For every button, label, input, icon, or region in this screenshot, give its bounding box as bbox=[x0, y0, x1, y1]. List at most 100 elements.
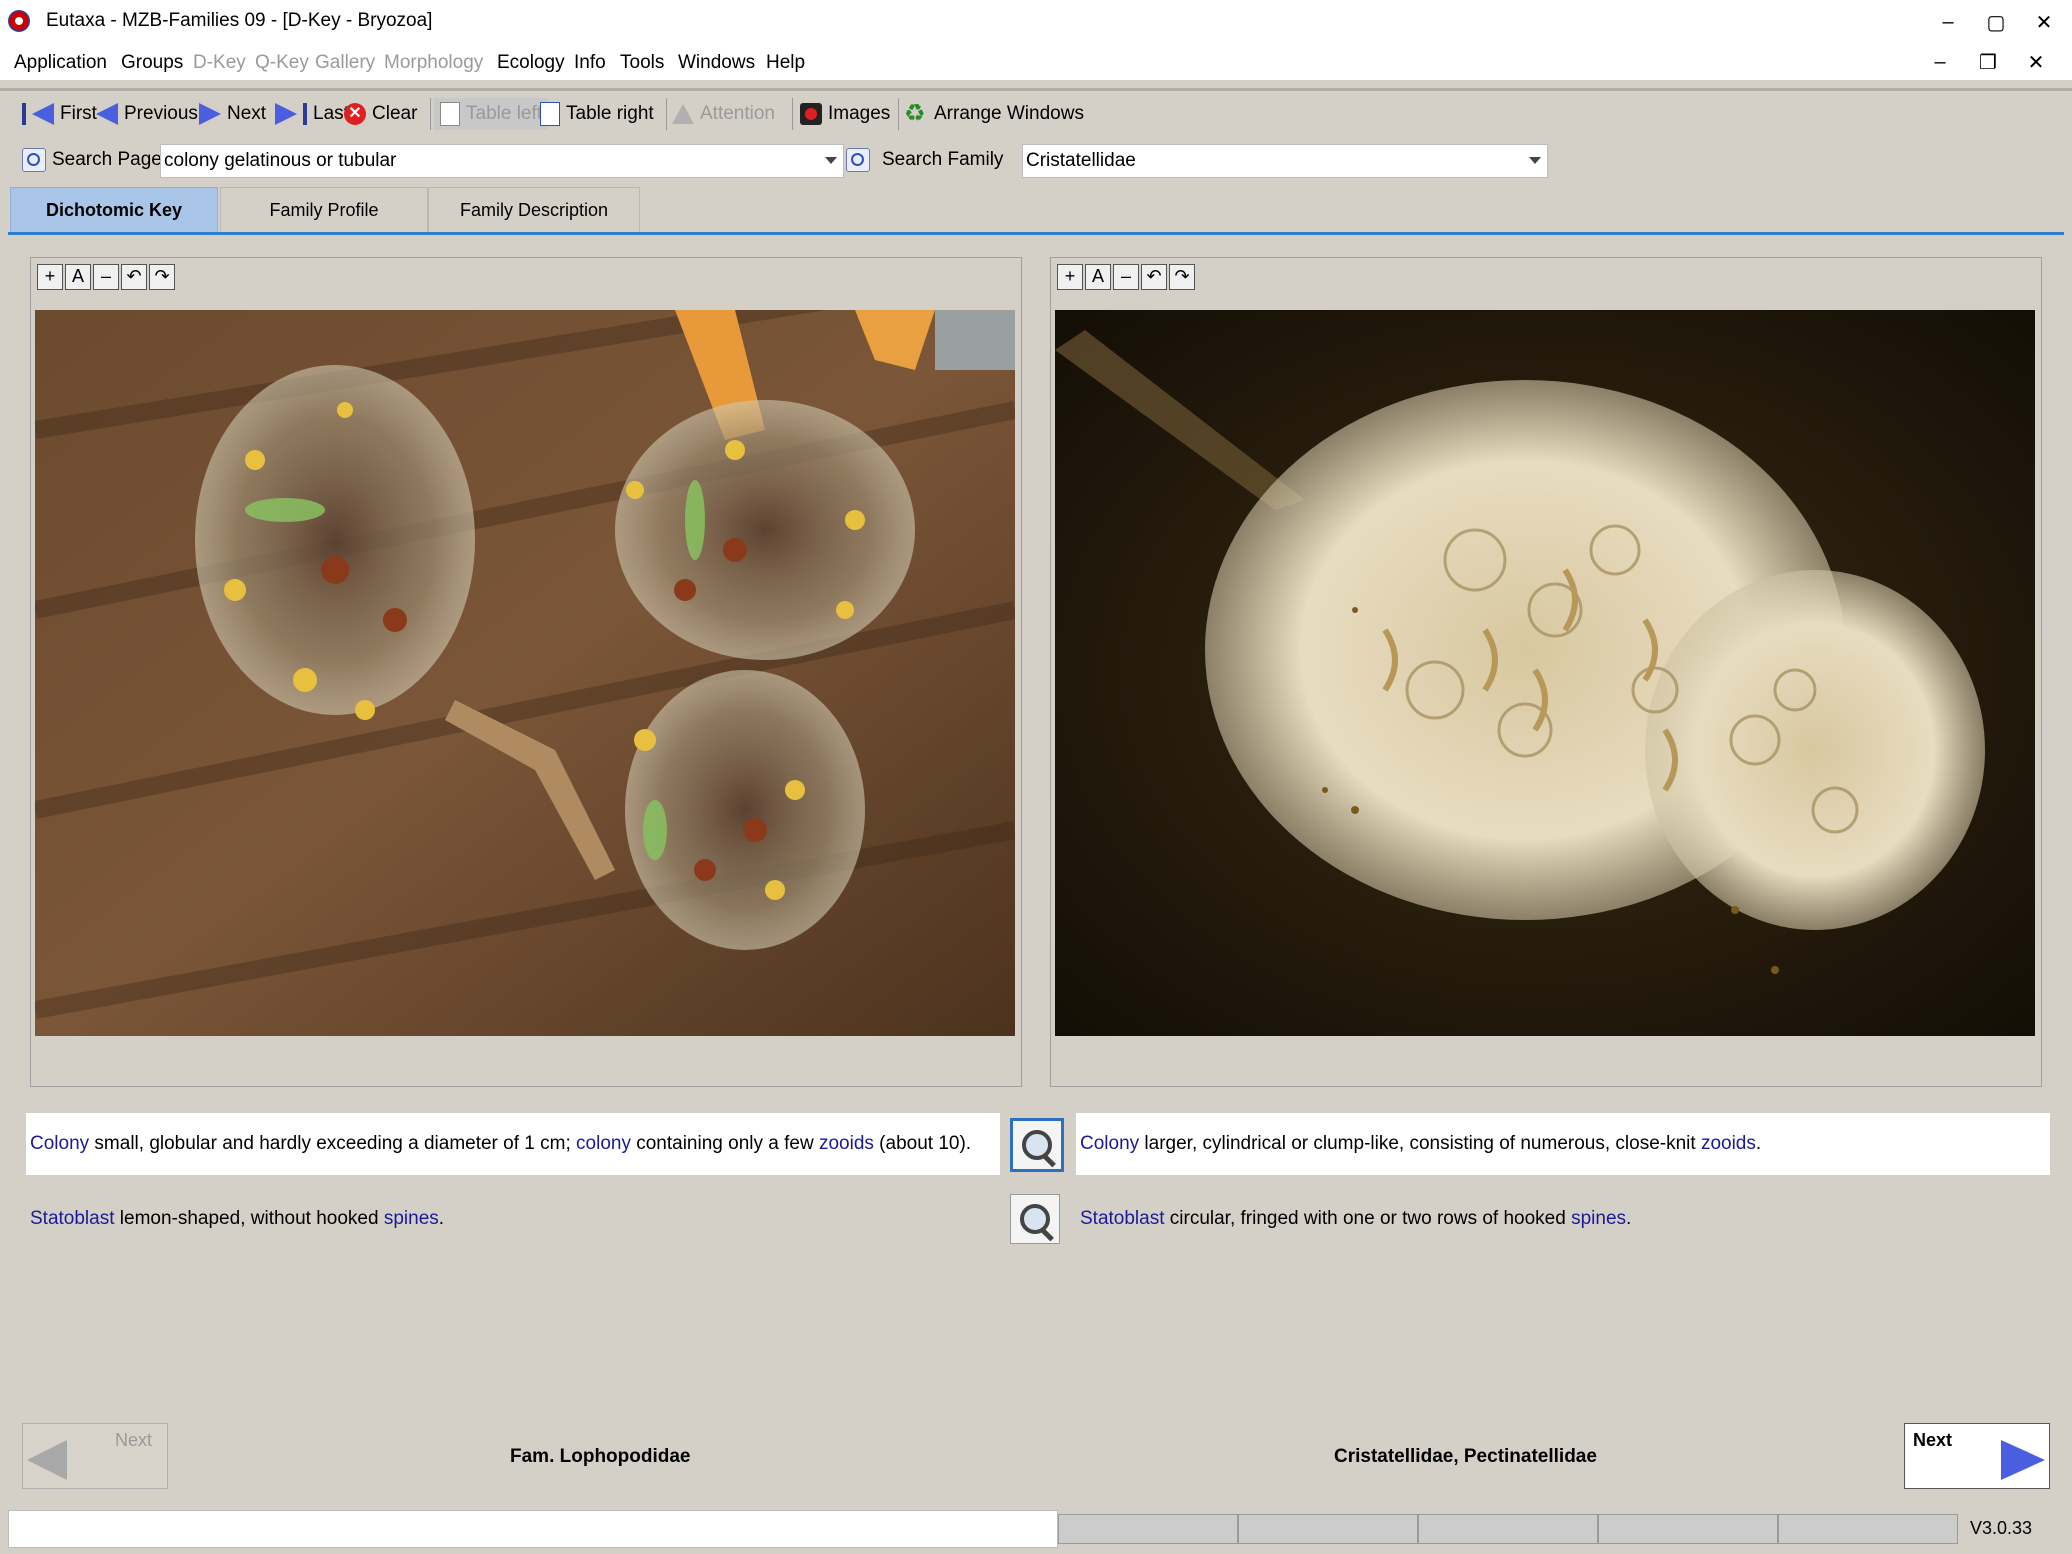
arrow-right-icon bbox=[2001, 1440, 2045, 1480]
mdi-close-button[interactable]: ✕ bbox=[2016, 46, 2056, 78]
app-icon[interactable] bbox=[8, 10, 30, 32]
rotate-left-icon[interactable]: ↶ bbox=[121, 264, 147, 290]
right-result-label: Cristatellidae, Pectinatellidae bbox=[1334, 1446, 1597, 1467]
mdi-minimize-button[interactable]: – bbox=[1920, 46, 1960, 78]
couplet-right-line1[interactable]: Colony larger, cylindrical or clump-like… bbox=[1076, 1113, 2050, 1175]
last-bar-icon bbox=[303, 103, 307, 125]
status-cell bbox=[1778, 1514, 1958, 1544]
zoom-in-icon[interactable]: + bbox=[37, 264, 63, 290]
zoom-fit-icon[interactable]: A bbox=[1085, 264, 1111, 290]
arrange-windows-label: Arrange Windows bbox=[934, 103, 1084, 124]
glossary-link[interactable]: Colony bbox=[30, 1133, 89, 1155]
lophopodidae-photo bbox=[35, 310, 1015, 1036]
right-image-panel: + A – ↶ ↷ bbox=[1050, 257, 2042, 1087]
minimize-button[interactable]: – bbox=[1924, 0, 1972, 44]
clear-label: Clear bbox=[372, 103, 418, 124]
first-button[interactable]: First bbox=[22, 98, 97, 130]
table-right-icon bbox=[540, 102, 560, 126]
tab-family-profile[interactable]: Family Profile bbox=[220, 187, 428, 233]
right-next-button[interactable]: Next bbox=[1904, 1423, 2050, 1489]
glossary-link[interactable]: spines bbox=[384, 1208, 439, 1230]
menu-groups[interactable]: Groups bbox=[121, 52, 183, 74]
couplet-left-line2[interactable]: Statoblast lemon-shaped, without hooked … bbox=[26, 1188, 1000, 1250]
left-specimen-photo[interactable] bbox=[35, 310, 1015, 1036]
first-bar-icon bbox=[22, 103, 26, 125]
chevron-down-icon[interactable] bbox=[825, 157, 837, 164]
tab-bar: Dichotomic Key Family Profile Family Des… bbox=[10, 187, 2062, 235]
glossary-link[interactable]: Statoblast bbox=[30, 1208, 115, 1230]
chevron-down-icon[interactable] bbox=[1529, 157, 1541, 164]
menu-tools[interactable]: Tools bbox=[620, 52, 664, 74]
glossary-link[interactable]: Statoblast bbox=[1080, 1208, 1165, 1230]
arrange-windows-button[interactable]: ♻ Arrange Windows bbox=[904, 98, 1084, 130]
last-button[interactable]: Last bbox=[275, 98, 349, 130]
glossary-link[interactable]: zooids bbox=[819, 1133, 874, 1155]
search-icon bbox=[22, 148, 46, 172]
next-label: Next bbox=[227, 103, 267, 124]
table-right-button[interactable]: Table right bbox=[540, 98, 654, 130]
couplet-right-line2[interactable]: Statoblast circular, fringed with one or… bbox=[1076, 1188, 2050, 1250]
search-page-label: Search Page bbox=[52, 149, 162, 170]
menu-windows[interactable]: Windows bbox=[678, 52, 755, 74]
toolbar-separator bbox=[898, 98, 899, 130]
right-next-label: Next bbox=[1913, 1430, 1953, 1450]
title-bar: Eutaxa - MZB-Families 09 - [D-Key - Bryo… bbox=[0, 0, 2072, 45]
table-left-label: Table left bbox=[466, 103, 543, 124]
left-result-label: Fam. Lophopodidae bbox=[510, 1446, 691, 1467]
menu-help[interactable]: Help bbox=[766, 52, 805, 74]
previous-button[interactable]: Previous bbox=[96, 98, 198, 130]
status-cell bbox=[1058, 1514, 1238, 1544]
images-button[interactable]: Images bbox=[800, 98, 890, 130]
right-specimen-photo[interactable] bbox=[1055, 310, 2035, 1036]
tab-dichotomic-key[interactable]: Dichotomic Key bbox=[10, 187, 218, 233]
couplet-left-line1[interactable]: Colony small, globular and hardly exceed… bbox=[26, 1113, 1000, 1175]
tab-family-description[interactable]: Family Description bbox=[428, 187, 640, 233]
search-page-input[interactable] bbox=[164, 149, 810, 173]
menu-info[interactable]: Info bbox=[574, 52, 606, 74]
left-line2-zoom-button[interactable] bbox=[1010, 1194, 1060, 1244]
search-family-button[interactable]: Search Family bbox=[846, 144, 1003, 176]
zoom-in-icon[interactable]: + bbox=[1057, 264, 1083, 290]
menu-application[interactable]: Application bbox=[14, 52, 107, 74]
search-family-input[interactable] bbox=[1026, 149, 1514, 173]
maximize-button[interactable]: ▢ bbox=[1972, 0, 2020, 44]
toolbar-separator bbox=[666, 98, 667, 130]
magnifier-icon bbox=[1020, 1204, 1050, 1234]
right-zoom-toolbar: + A – ↶ ↷ bbox=[1057, 264, 1195, 290]
mdi-restore-button[interactable]: ❐ bbox=[1968, 46, 2008, 78]
clear-button[interactable]: ✕ Clear bbox=[344, 98, 417, 130]
couplet-text: lemon-shaped, without hooked bbox=[114, 1208, 384, 1229]
menu-ecology[interactable]: Ecology bbox=[497, 52, 565, 74]
status-cell bbox=[1238, 1514, 1418, 1544]
menu-d-key: D-Key bbox=[193, 52, 246, 73]
couplet-text: . bbox=[438, 1208, 445, 1229]
left-line1-zoom-button[interactable] bbox=[1010, 1118, 1064, 1172]
search-family-label: Search Family bbox=[882, 149, 1004, 170]
search-icon bbox=[846, 148, 870, 172]
zoom-out-icon[interactable]: – bbox=[93, 264, 119, 290]
table-right-label: Table right bbox=[566, 103, 654, 124]
attention-button: Attention bbox=[672, 98, 775, 130]
rotate-right-icon[interactable]: ↷ bbox=[1169, 264, 1195, 290]
version-label: V3.0.33 bbox=[1970, 1518, 2033, 1538]
search-family-combo[interactable] bbox=[1022, 144, 1548, 178]
close-button[interactable]: ✕ bbox=[2020, 0, 2068, 44]
arrow-right-icon bbox=[199, 103, 221, 125]
rotate-right-icon[interactable]: ↷ bbox=[149, 264, 175, 290]
arrow-left-icon bbox=[32, 103, 54, 125]
zoom-fit-icon[interactable]: A bbox=[65, 264, 91, 290]
status-cell bbox=[1598, 1514, 1778, 1544]
rotate-left-icon[interactable]: ↶ bbox=[1141, 264, 1167, 290]
next-button[interactable]: Next bbox=[199, 98, 266, 130]
glossary-link[interactable]: colony bbox=[576, 1133, 631, 1155]
zoom-out-icon[interactable]: – bbox=[1113, 264, 1139, 290]
glossary-link[interactable]: Colony bbox=[1080, 1133, 1139, 1155]
search-page-button[interactable]: Search Page bbox=[22, 144, 162, 176]
clear-icon: ✕ bbox=[344, 103, 366, 125]
arrow-left-icon bbox=[27, 1440, 67, 1480]
glossary-link[interactable]: zooids bbox=[1701, 1133, 1756, 1155]
toolbar-separator bbox=[430, 98, 431, 130]
couplet-text: small, globular and hardly exceeding a d… bbox=[89, 1133, 577, 1154]
glossary-link[interactable]: spines bbox=[1571, 1208, 1626, 1230]
search-page-combo[interactable] bbox=[160, 144, 844, 178]
